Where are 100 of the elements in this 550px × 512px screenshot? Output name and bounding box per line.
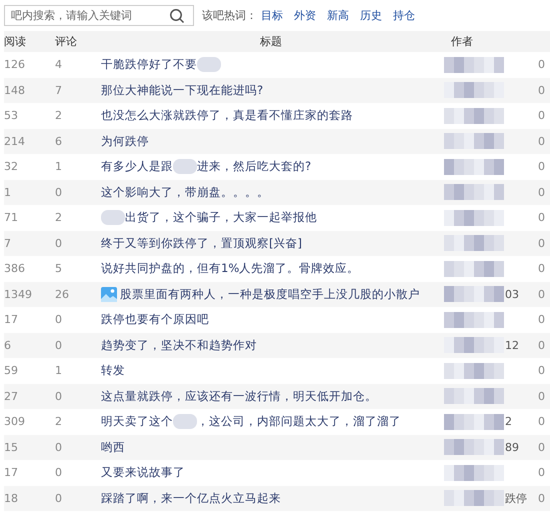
pixelated-author	[444, 464, 504, 481]
date-cell-text: 0	[538, 390, 546, 403]
post-title-link[interactable]: 踩踏了啊，来一个亿点火立马起来	[101, 490, 281, 506]
date-cell-text: 0	[538, 338, 546, 352]
read-count: 7	[4, 236, 12, 250]
hot-word-link[interactable]: 持仓	[393, 8, 415, 23]
post-title-link[interactable]: 进来，然后吃大套的?	[197, 159, 312, 174]
pixelated-author	[444, 312, 504, 328]
comment-count: 0	[55, 236, 63, 250]
hot-word-link[interactable]: 新高	[327, 8, 349, 23]
pixelated-author	[444, 337, 504, 354]
read-count: 1349	[4, 288, 33, 301]
read-count: 126	[4, 58, 26, 72]
pixelated-author	[444, 362, 504, 379]
author-fragment: 跌停	[505, 490, 527, 506]
read-count: 32	[4, 160, 19, 174]
post-title-link[interactable]: 又要来说故事了	[101, 465, 185, 480]
pixelated-author	[444, 210, 504, 226]
post-title-link[interactable]: 哟西	[101, 440, 125, 455]
comment-count: 5	[55, 262, 63, 276]
date-cell-text: 0	[538, 109, 546, 122]
post-title-link[interactable]: 也没怎么大涨就跌停了，真是看不懂庄家的套路	[101, 108, 353, 124]
pixelated-author	[444, 184, 504, 200]
post-title-link[interactable]: ，这公司，内部问题太大了，溜了溜了	[197, 414, 401, 430]
date-cell-text: 0	[538, 160, 546, 174]
comment-count: 0	[55, 338, 63, 352]
date-cell-text: 0	[538, 440, 546, 454]
pixelated-author	[444, 82, 504, 98]
post-title-link[interactable]: 转发	[101, 363, 125, 378]
author-fragment: 03	[505, 288, 519, 301]
blurred-patch	[197, 57, 221, 72]
read-count: 148	[4, 84, 26, 97]
comment-count: 2	[55, 109, 63, 122]
pixelated-author	[444, 56, 504, 73]
post-title-link[interactable]: 终于又等到你跌停了，置顶观察[兴奋]	[101, 236, 302, 251]
read-count: 27	[4, 390, 19, 403]
post-title-link[interactable]: 这点量就跌停，应该还有一波行情，明天低开加仓。	[101, 388, 377, 404]
author-fragment: 2	[505, 415, 512, 428]
pixelated-author	[444, 439, 504, 456]
comment-count: 1	[55, 364, 63, 378]
date-cell-text: 0	[538, 415, 546, 428]
read-count: 53	[4, 109, 19, 122]
date-cell-text: 0	[538, 288, 546, 301]
pixelated-author	[444, 108, 504, 124]
comment-count: 0	[55, 440, 63, 454]
post-title-link[interactable]: 明天卖了这个	[101, 414, 173, 430]
read-count: 59	[4, 364, 19, 378]
comment-count: 6	[55, 134, 63, 148]
post-title-link[interactable]: 股票里面有两种人，一种是极度唱空手上没几股的小散户	[120, 286, 420, 302]
post-title-link[interactable]: 趋势变了，坚决不和趋势作对	[101, 338, 257, 353]
blurred-patch	[173, 414, 197, 430]
comment-count: 1	[55, 160, 63, 174]
read-count: 15	[4, 440, 19, 454]
pixelated-author	[444, 414, 504, 430]
date-cell-text: 0	[538, 236, 546, 250]
comment-count: 2	[55, 415, 63, 428]
pixelated-author	[444, 388, 504, 404]
date-cell-text: 0	[538, 313, 546, 326]
post-title-link[interactable]: 那位大神能说一下现在能进吗?	[101, 82, 264, 98]
pixelated-author	[444, 158, 504, 175]
pixelated-author	[444, 235, 504, 252]
search-icon[interactable]	[169, 8, 185, 24]
comment-count: 26	[55, 288, 70, 301]
post-title-link[interactable]: 干脆跌停好了不要	[101, 57, 197, 72]
post-title-link[interactable]: 这个影响大了，带崩盘。。。。	[101, 184, 269, 200]
comment-count: 7	[55, 84, 63, 97]
hot-word-link[interactable]: 目标	[261, 8, 283, 23]
post-title-link[interactable]: 出货了，这个骗子，大家一起举报他	[125, 210, 317, 226]
read-count: 386	[4, 262, 26, 276]
pixelated-author	[444, 490, 504, 506]
date-cell-text: 0	[538, 211, 546, 224]
comment-count: 4	[55, 58, 63, 72]
read-count: 6	[4, 338, 12, 352]
read-count: 71	[4, 211, 19, 224]
pixelated-author	[444, 260, 504, 277]
blurred-patch	[173, 159, 197, 174]
date-cell-text: 0	[538, 84, 546, 97]
column-header: 标题	[259, 34, 283, 49]
pixelated-author	[444, 133, 504, 150]
comment-count: 2	[55, 211, 63, 224]
column-header: 阅读	[4, 34, 27, 49]
hot-word-link[interactable]: 外资	[294, 8, 316, 23]
author-fragment: 12	[505, 338, 519, 352]
date-cell-text: 0	[538, 364, 546, 378]
post-title-link[interactable]: 为何跌停	[101, 134, 149, 149]
comment-count: 0	[55, 313, 63, 326]
blurred-patch	[101, 210, 125, 226]
date-cell-text: 0	[538, 58, 546, 72]
date-cell-text: 0	[538, 186, 546, 199]
read-count: 17	[4, 466, 19, 480]
date-cell-text: 0	[538, 492, 546, 505]
date-cell-text: 0	[538, 134, 546, 148]
hot-word-link[interactable]: 历史	[360, 8, 382, 23]
search-field[interactable]: 吧内搜索，请输入关键词	[4, 5, 194, 26]
read-count: 18	[4, 492, 19, 505]
post-title-link[interactable]: 有多少人是跟	[101, 159, 173, 174]
date-cell-text: 0	[538, 262, 546, 276]
column-header: 作者	[451, 34, 474, 49]
post-title-link[interactable]: 跌停也要有个原因吧	[101, 312, 209, 328]
post-title-link[interactable]: 说好共同护盘的，但有1%人先溜了。骨牌效应。	[101, 261, 360, 276]
